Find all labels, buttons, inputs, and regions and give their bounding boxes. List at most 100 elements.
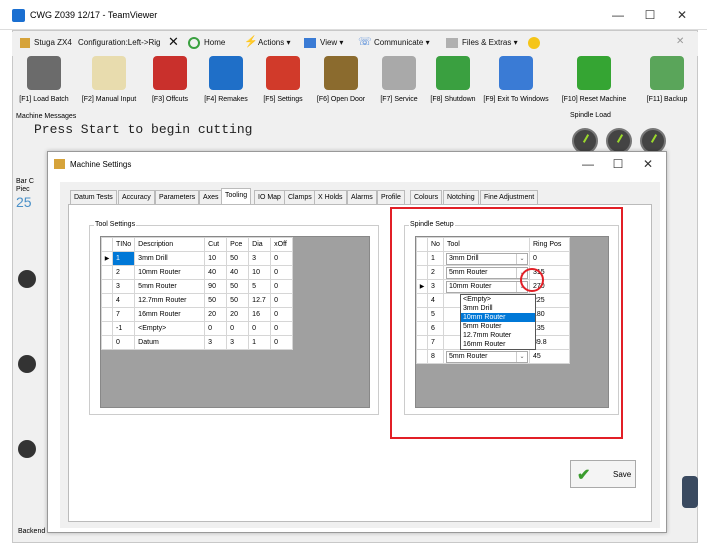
tab-parameters[interactable]: Parameters	[155, 190, 200, 204]
table-row[interactable]: -1 <Empty> 0 0 0 0	[101, 321, 294, 336]
table-cell[interactable]: 40	[204, 265, 228, 280]
menu-home[interactable]: Home	[204, 38, 225, 47]
column-header[interactable]: Pce	[226, 237, 250, 252]
table-cell[interactable]: 90	[204, 279, 228, 294]
panel-close-icon[interactable]: ✕	[676, 36, 684, 47]
table-cell[interactable]: 10	[248, 265, 272, 280]
tab-notching[interactable]: Notching	[443, 190, 479, 204]
window-maximize-button[interactable]: ☐	[640, 6, 660, 24]
config-label[interactable]: Configuration:Left->Rig	[78, 38, 161, 47]
menu-files-extras[interactable]: Files & Extras ▾	[462, 38, 518, 47]
table-row[interactable]: 7 16mm Router 20 20 16 0	[101, 307, 294, 322]
table-cell[interactable]: 50	[226, 279, 250, 294]
dialog-minimize-button[interactable]: —	[578, 155, 598, 173]
tab-close-icon[interactable]: ✕	[168, 34, 179, 50]
window-minimize-button[interactable]: —	[608, 6, 628, 24]
tab-fine-adjustment[interactable]: Fine Adjustment	[480, 190, 539, 204]
column-header[interactable]: Cut	[204, 237, 228, 252]
table-cell[interactable]: 3	[226, 335, 250, 350]
table-cell[interactable]: 0	[270, 279, 294, 294]
row-selector[interactable]	[101, 293, 113, 308]
table-cell[interactable]: 3	[204, 335, 228, 350]
table-cell[interactable]: 1	[111, 251, 136, 266]
table-cell[interactable]: 12.7mm Router	[134, 293, 206, 308]
table-row[interactable]: 4 12.7mm Router 50 50 12.7 0	[101, 293, 294, 308]
menu-actions[interactable]: Actions ▾	[258, 38, 290, 47]
table-cell[interactable]: 3	[248, 251, 272, 266]
window-close-button[interactable]: ✕	[672, 6, 692, 24]
table-cell[interactable]: 20	[226, 307, 250, 322]
tab-datum-tests[interactable]: Datum Tests	[70, 190, 117, 204]
dialog-maximize-button[interactable]: ☐	[608, 155, 628, 173]
column-header[interactable]: xOff	[270, 237, 294, 252]
toolbar-button[interactable]: [F8] Shutdown	[428, 54, 478, 112]
table-cell[interactable]: -1	[111, 321, 136, 336]
table-row[interactable]: 2 10mm Router 40 40 10 0	[101, 265, 294, 280]
tab-clamps[interactable]: Clamps	[284, 190, 316, 204]
row-selector[interactable]	[101, 307, 113, 322]
row-selector[interactable]	[101, 265, 113, 280]
table-cell[interactable]: 4	[111, 293, 136, 308]
table-cell[interactable]: 50	[226, 251, 250, 266]
toolbar-button[interactable]: [F1] Load Batch	[16, 54, 72, 112]
tab-axes[interactable]: Axes	[199, 190, 223, 204]
table-cell[interactable]: 5mm Router	[134, 279, 206, 294]
menu-communicate[interactable]: Communicate ▾	[374, 38, 430, 47]
table-cell[interactable]: 0	[226, 321, 250, 336]
table-cell[interactable]: 0	[270, 335, 294, 350]
column-header[interactable]: TINo	[111, 237, 136, 252]
tab-tooling[interactable]: Tooling	[221, 188, 252, 204]
menu-view[interactable]: View ▾	[320, 38, 343, 47]
table-cell[interactable]: 0	[111, 335, 136, 350]
table-cell[interactable]: 40	[226, 265, 250, 280]
toolbar-button[interactable]: [F9] Exit To Windows	[478, 54, 554, 112]
table-cell[interactable]: 0	[248, 321, 272, 336]
dialog-close-button[interactable]: ✕	[638, 155, 658, 173]
table-cell[interactable]: 0	[270, 321, 294, 336]
table-cell[interactable]: 0	[204, 321, 228, 336]
smiley-icon[interactable]	[528, 37, 540, 49]
table-row[interactable]: 3 5mm Router 90 50 5 0	[101, 279, 294, 294]
table-cell[interactable]: 16mm Router	[134, 307, 206, 322]
table-cell[interactable]: 50	[226, 293, 250, 308]
table-row[interactable]: ▶ 1 3mm Drill 10 50 3 0	[101, 251, 294, 266]
table-cell[interactable]: 0	[270, 293, 294, 308]
tab-accuracy[interactable]: Accuracy	[118, 190, 155, 204]
tab-profile[interactable]: Profile	[377, 190, 405, 204]
table-cell[interactable]: <Empty>	[134, 321, 206, 336]
tab-io-map[interactable]: IO Map	[254, 190, 285, 204]
toolbar-button[interactable]: [F2] Manual Input	[76, 54, 142, 112]
teamviewer-side-widget[interactable]	[682, 476, 698, 508]
table-cell[interactable]: 1	[248, 335, 272, 350]
row-selector[interactable]	[101, 321, 113, 336]
table-row[interactable]: 0 Datum 3 3 1 0	[101, 335, 294, 350]
toolbar-button[interactable]: [F11] Backup	[636, 54, 698, 112]
toolbar-button[interactable]: [F4] Remakes	[198, 54, 254, 112]
tab-x-holds[interactable]: X Holds	[314, 190, 347, 204]
table-cell[interactable]: 7	[111, 307, 136, 322]
table-cell[interactable]: 3	[111, 279, 136, 294]
table-cell[interactable]: 12.7	[248, 293, 272, 308]
column-header[interactable]: Description	[134, 237, 206, 252]
table-cell[interactable]: 50	[204, 293, 228, 308]
row-selector[interactable]: ▶	[101, 251, 113, 266]
row-selector[interactable]	[101, 335, 113, 350]
column-header[interactable]: Dia	[248, 237, 272, 252]
table-cell[interactable]: 3mm Drill	[134, 251, 206, 266]
save-button[interactable]: ✔ Save	[570, 460, 636, 488]
toolbar-button[interactable]: [F5] Settings	[256, 54, 310, 112]
table-cell[interactable]: 0	[270, 307, 294, 322]
table-cell[interactable]: 16	[248, 307, 272, 322]
table-cell[interactable]: 20	[204, 307, 228, 322]
table-cell[interactable]: 0	[270, 251, 294, 266]
table-cell[interactable]: 2	[111, 265, 136, 280]
tab-colours[interactable]: Colours	[410, 190, 443, 204]
toolbar-button[interactable]: [F6] Open Door	[312, 54, 370, 112]
toolbar-button[interactable]: [F7] Service	[372, 54, 426, 112]
tab-alarms[interactable]: Alarms	[347, 190, 377, 204]
toolbar-button[interactable]: [F3] Offcuts	[144, 54, 196, 112]
table-cell[interactable]: 5	[248, 279, 272, 294]
table-cell[interactable]: 10mm Router	[134, 265, 206, 280]
table-cell[interactable]: 0	[270, 265, 294, 280]
table-cell[interactable]: 10	[204, 251, 228, 266]
